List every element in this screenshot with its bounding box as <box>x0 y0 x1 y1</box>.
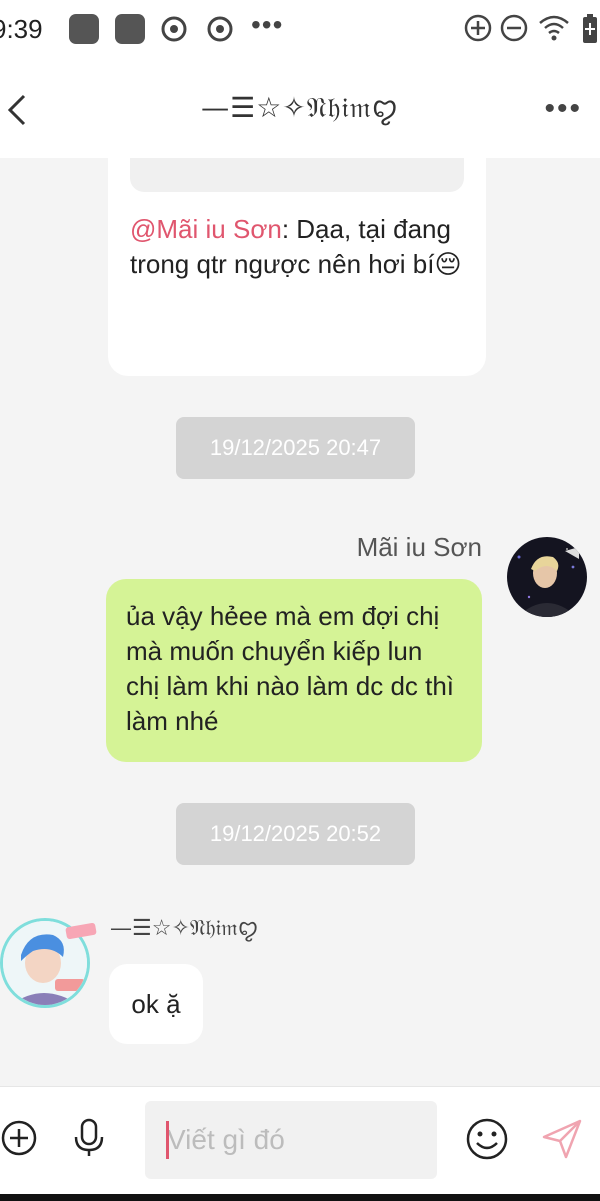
reply-message-text: @Mãi iu Sơn: Dạa, tại đang trong qtr ngư… <box>130 212 470 282</box>
avatar-image <box>507 537 587 617</box>
sender-name: Mãi iu Sơn <box>356 532 482 562</box>
message-bubble-outgoing[interactable]: ủa vậy hẻee mà em đợi chị mà muốn chuyển… <box>106 579 482 762</box>
message-input-placeholder: Viết gì đó <box>167 1124 285 1155</box>
minus-circle-icon <box>500 14 528 42</box>
quoted-message[interactable]: của chị hay lắm ko xạm đâu ạ! <box>130 158 464 192</box>
timestamp: 19/12/2025 20:52 <box>176 803 415 865</box>
avatar[interactable] <box>507 537 587 617</box>
app-notification-icon <box>115 14 145 44</box>
wifi-icon <box>539 15 569 41</box>
chrome-icon <box>161 16 187 42</box>
more-notifications-icon: ••• <box>251 9 284 40</box>
send-button[interactable] <box>540 1117 584 1161</box>
mention-link[interactable]: @Mãi iu Sơn <box>130 214 282 244</box>
chrome-icon <box>207 16 233 42</box>
more-options-button[interactable]: ••• <box>544 92 582 126</box>
status-bar: 9:39 ••• <box>0 0 600 62</box>
battery-icon <box>583 14 597 43</box>
timestamp: 19/12/2025 20:47 <box>176 417 415 479</box>
emoji-button[interactable] <box>465 1117 509 1161</box>
app-notification-icon <box>69 14 99 44</box>
chat-title: —☰☆✧𝔑𝔥𝔦𝔪ꨄ <box>201 91 399 124</box>
message-bubble-incoming[interactable]: ok ặ <box>109 964 203 1044</box>
add-attachment-button[interactable] <box>0 1119 38 1157</box>
message-list[interactable]: của chị hay lắm ko xạm đâu ạ! @Mãi iu Sơ… <box>0 158 600 1086</box>
sender-name: —☰☆✧𝔑𝔥𝔦𝔪ꨄ <box>110 916 259 941</box>
status-time: 9:39 <box>0 14 43 44</box>
navigation-bar <box>0 1194 600 1201</box>
text-caret <box>166 1121 169 1159</box>
microphone-button[interactable] <box>70 1117 108 1159</box>
avatar-frame-decoration <box>65 922 97 940</box>
message-input[interactable]: Viết gì đó <box>145 1101 437 1179</box>
message-bubble-incoming[interactable]: của chị hay lắm ko xạm đâu ạ! @Mãi iu Sơ… <box>108 158 486 376</box>
chat-header: —☰☆✧𝔑𝔥𝔦𝔪ꨄ ••• <box>0 62 600 158</box>
add-circle-icon <box>464 14 492 42</box>
message-input-bar: Viết gì đó <box>0 1086 600 1195</box>
